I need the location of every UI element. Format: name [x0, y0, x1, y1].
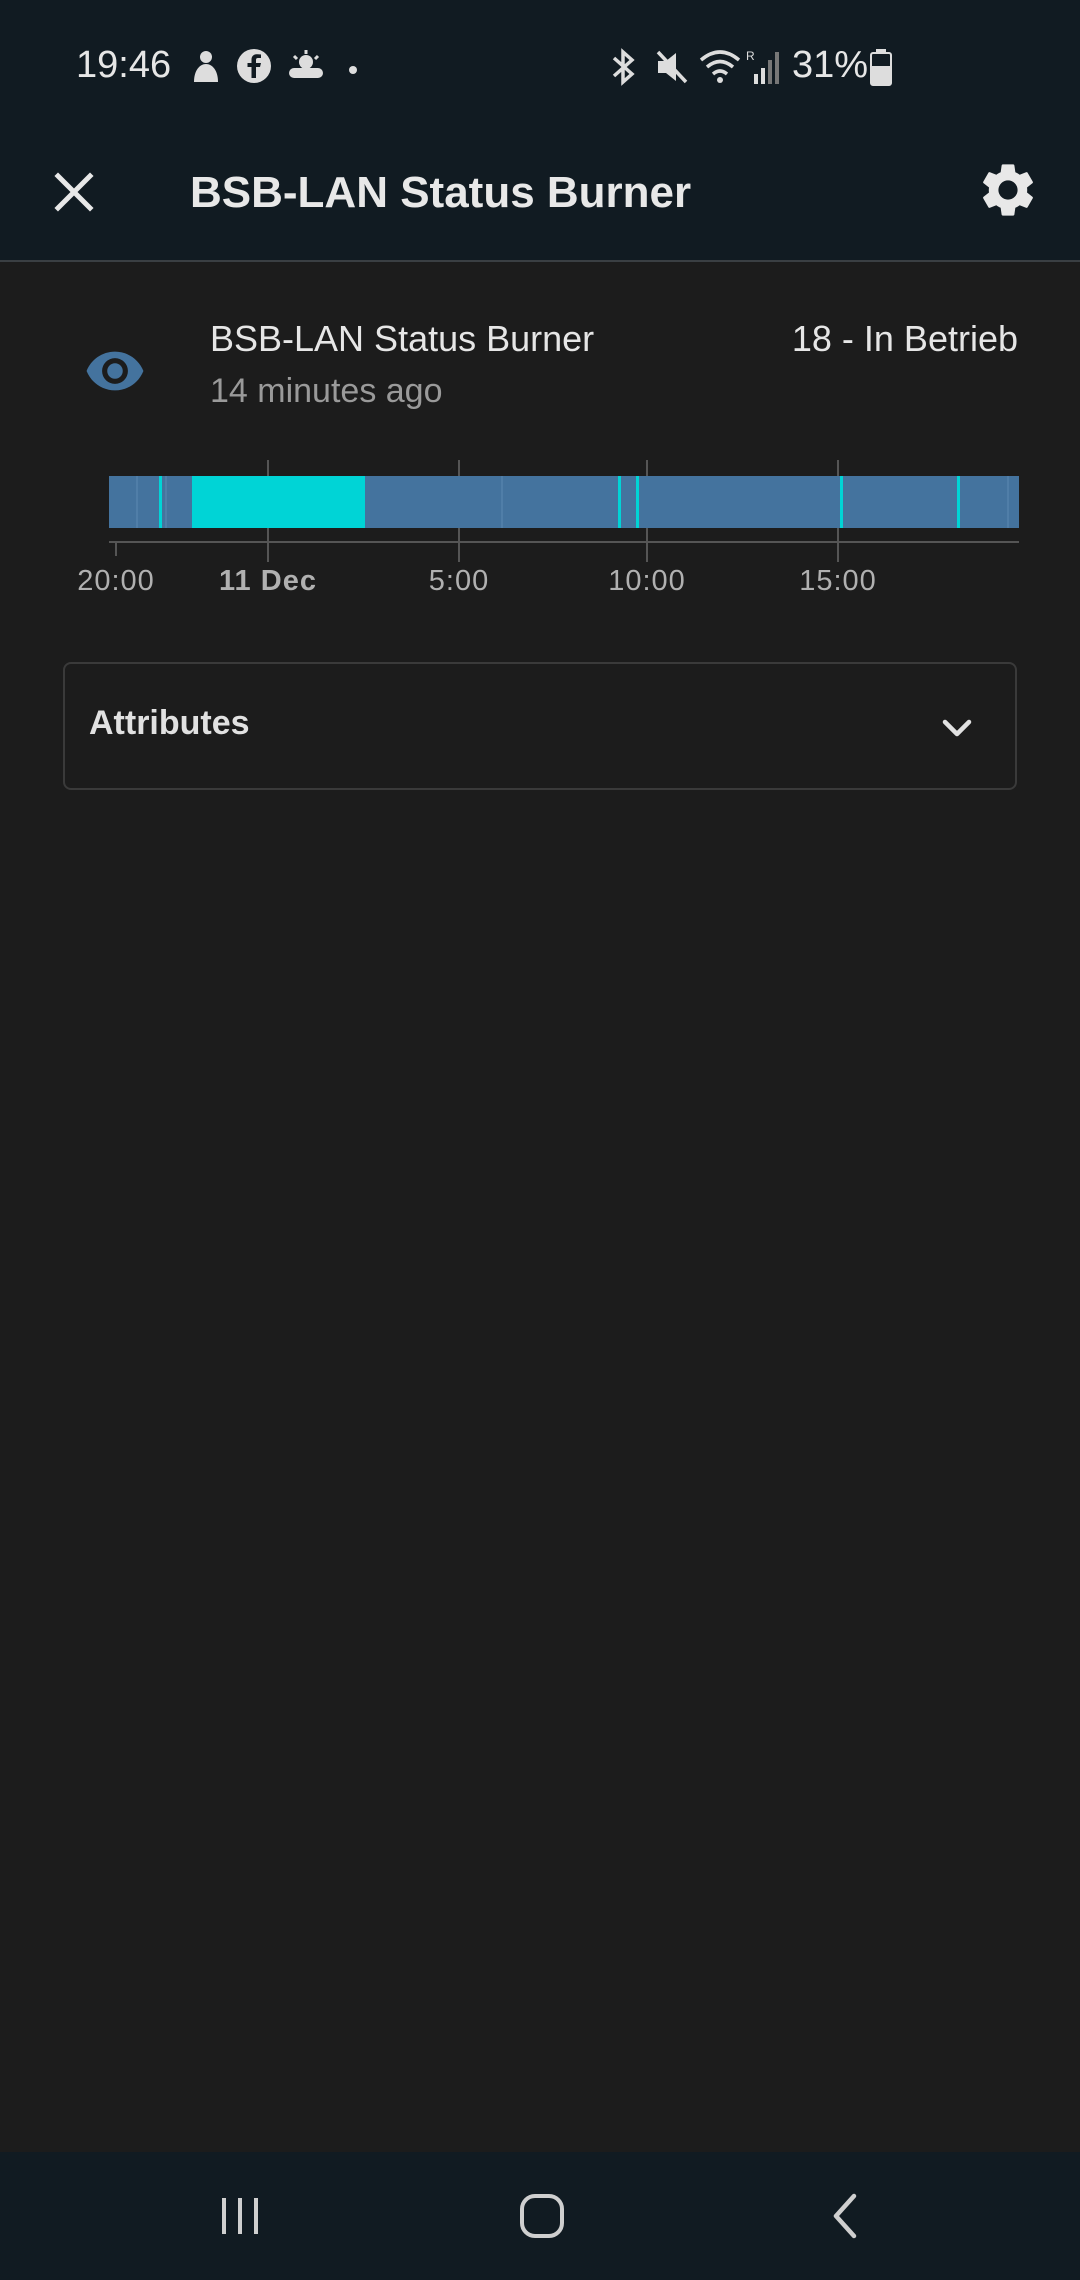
chevron-down-icon: [935, 706, 979, 750]
quick-icon: [188, 48, 222, 89]
signal-icon: R: [746, 48, 780, 91]
weather-icon: [286, 48, 326, 89]
recent-apps-icon: [222, 2198, 258, 2234]
entity-state: 18 - In Betrieb: [791, 318, 1018, 359]
timeline-segment-active: [618, 476, 621, 528]
facebook-icon: [236, 48, 272, 89]
svg-text:R: R: [746, 49, 755, 63]
close-icon: [54, 172, 94, 212]
timeline-segment-active: [636, 476, 639, 528]
recent-apps-button[interactable]: [210, 2186, 270, 2246]
tick-label: 10:00: [608, 565, 686, 597]
app-bar: BSB-LAN Status Burner: [0, 130, 1080, 262]
home-icon: [520, 2194, 564, 2238]
status-bar: 19:46 R 31%: [0, 0, 1080, 130]
attributes-label: Attributes: [89, 704, 250, 742]
eye-icon: [84, 340, 146, 402]
home-button[interactable]: [512, 2186, 572, 2246]
status-time: 19:46: [76, 44, 172, 86]
entity-name: BSB-LAN Status Burner: [210, 318, 595, 359]
tick-label: 15:00: [799, 565, 877, 597]
tick-label: 11 Dec: [219, 565, 317, 597]
dot-icon: [348, 62, 358, 80]
back-button[interactable]: [816, 2186, 876, 2246]
timeline-segment-active: [192, 476, 365, 528]
navigation-bar: [0, 2152, 1080, 2280]
timeline-segment-active: [957, 476, 960, 528]
bluetooth-icon: [606, 48, 640, 91]
timeline-segment-active: [840, 476, 843, 528]
wifi-icon: [698, 48, 742, 91]
settings-button[interactable]: [976, 158, 1040, 222]
history-timeline[interactable]: 20:00 11 Dec 5:00 10:00 15:00: [0, 450, 1080, 620]
timeline-segment-active: [159, 476, 162, 528]
gear-icon: [983, 164, 1033, 216]
tick-label: 20:00: [77, 565, 155, 597]
entity-last-changed: 14 minutes ago: [210, 372, 443, 410]
mute-icon: [654, 48, 690, 91]
page-title: BSB-LAN Status Burner: [190, 168, 692, 217]
battery-icon: [870, 48, 892, 91]
tick-label: 5:00: [429, 565, 489, 597]
battery-percent: 31%: [792, 44, 869, 86]
back-icon: [833, 2193, 857, 2239]
attributes-expander[interactable]: Attributes: [63, 662, 1017, 790]
close-button[interactable]: [44, 162, 104, 222]
